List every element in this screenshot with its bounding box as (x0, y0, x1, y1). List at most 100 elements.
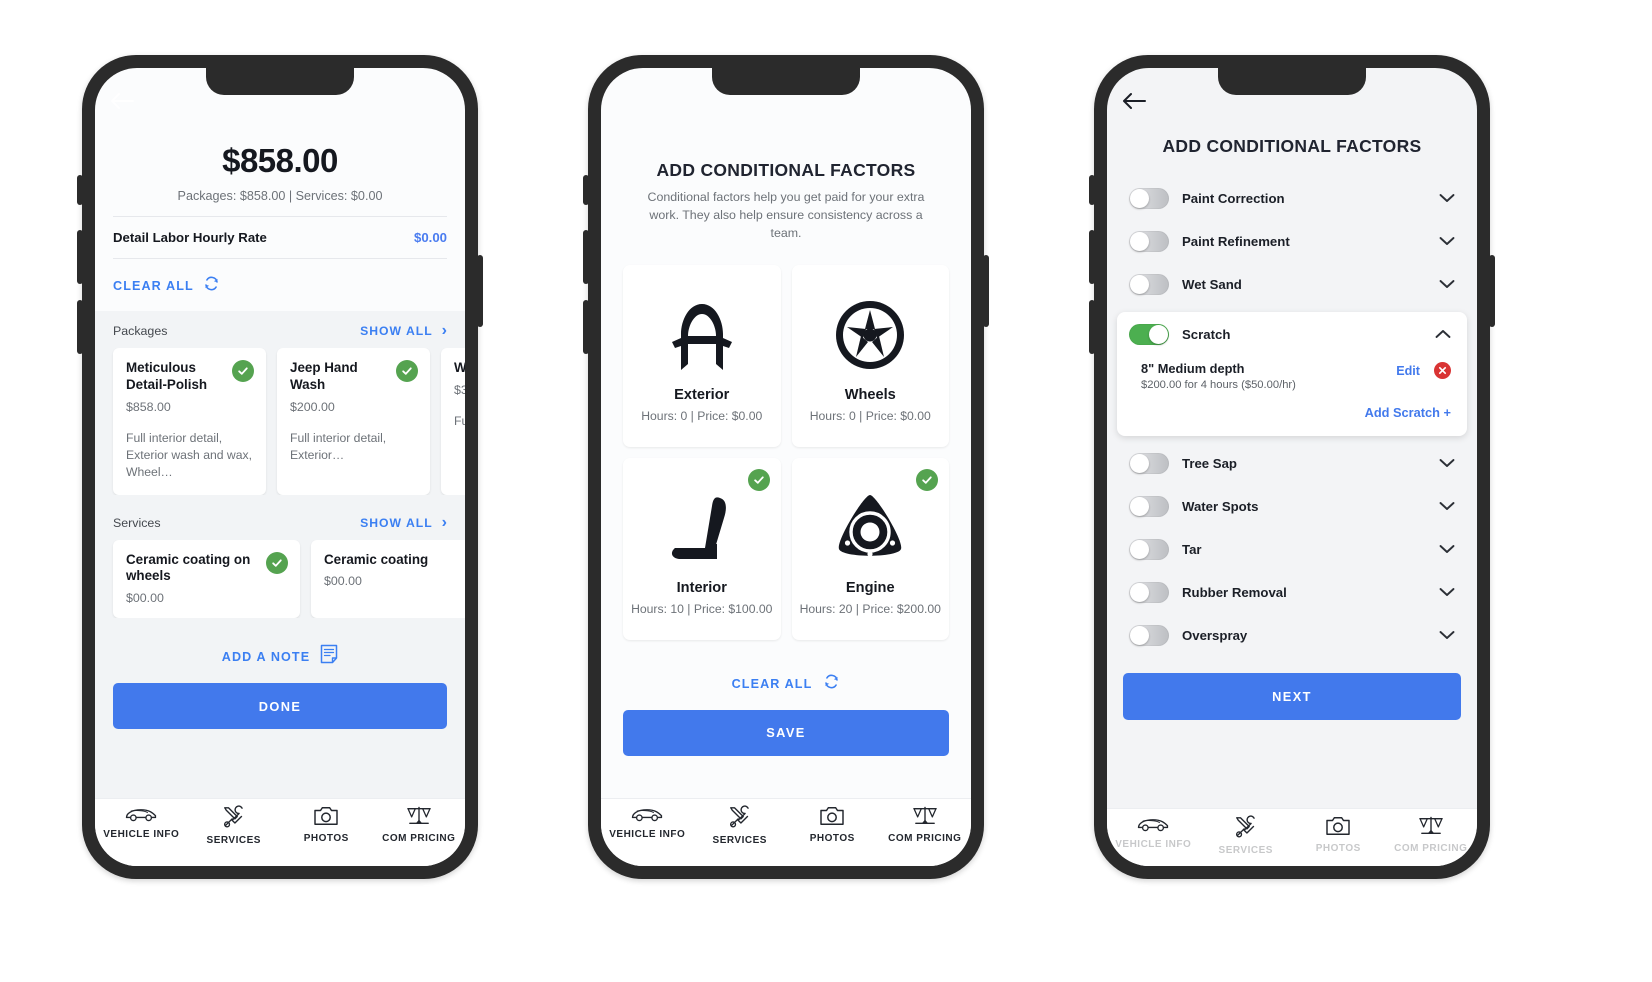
phone1-volume-down-button[interactable] (77, 300, 83, 354)
toggle-switch[interactable] (1129, 453, 1169, 474)
back-button[interactable] (1121, 90, 1149, 118)
factor-tile-name: Engine (845, 579, 895, 596)
phone2-mute-button[interactable] (583, 175, 589, 205)
toggle-switch[interactable] (1129, 188, 1169, 209)
toggle-switch[interactable] (1129, 582, 1169, 603)
factor-row-paint-correction[interactable]: Paint Correction (1107, 177, 1477, 220)
factor-tile-engine[interactable]: Engine Hours: 20 | Price: $200.00 (791, 457, 949, 640)
package-card[interactable]: Meticulous Detail-Polish $858.00 Full in… (113, 348, 266, 495)
clear-all-button[interactable]: CLEAR ALL (113, 259, 447, 311)
services-show-all-button[interactable]: SHOW ALL › (360, 514, 447, 531)
phone3-volume-down-button[interactable] (1089, 300, 1095, 354)
tab-label: COM PRICING (382, 833, 456, 844)
back-button[interactable] (109, 90, 137, 118)
factor-label: Tar (1182, 542, 1202, 557)
tab-com-pricing[interactable]: COM PRICING (373, 805, 466, 866)
factor-tile-exterior[interactable]: Exterior Hours: 0 | Price: $0.00 (623, 264, 781, 447)
factor-row-tar[interactable]: Tar (1107, 528, 1477, 571)
close-circle-icon[interactable] (1434, 362, 1451, 379)
toggle-switch[interactable] (1129, 625, 1169, 646)
toggle-switch[interactable] (1129, 539, 1169, 560)
tab-vehicle-info[interactable]: VEHICLE INFO (95, 805, 188, 866)
service-card[interactable]: Ceramic coating $00.00 (311, 539, 465, 619)
factor-row-wet-sand[interactable]: Wet Sand (1107, 263, 1477, 306)
selected-check-icon (232, 360, 254, 382)
save-button[interactable]: SAVE (623, 709, 949, 756)
factor-label: Paint Refinement (1182, 234, 1290, 249)
phone2-power-button[interactable] (983, 255, 989, 327)
service-card[interactable]: Ceramic coating on wheels $00.00 (113, 539, 300, 619)
chevron-down-icon[interactable] (1439, 500, 1455, 513)
phone3-power-button[interactable] (1489, 255, 1495, 327)
phone3-mute-button[interactable] (1089, 175, 1095, 205)
tab-label: SERVICES (1218, 845, 1273, 856)
packages-section-header: Packages SHOW ALL › (95, 323, 465, 339)
services-card-row[interactable]: Ceramic coating on wheels $00.00 Ceramic… (95, 539, 465, 619)
package-card[interactable]: Wash Hand $350.00 Full inte Exterior wax… (441, 348, 465, 495)
factor-label: Paint Correction (1182, 191, 1285, 206)
service-name: Ceramic coating (324, 551, 429, 567)
tab-com-pricing[interactable]: COM PRICING (879, 805, 972, 866)
factor-row-tree-sap[interactable]: Tree Sap (1107, 442, 1477, 485)
bottom-tabbar: VEHICLE INFO SERVICES PHOTOS COM PRICING (601, 798, 971, 866)
chevron-down-icon[interactable] (1439, 235, 1455, 248)
edit-button[interactable]: Edit (1396, 364, 1420, 378)
package-card[interactable]: Jeep Hand Wash $200.00 Full interior det… (277, 348, 430, 495)
phone2-volume-up-button[interactable] (583, 230, 589, 284)
factor-row-overspray[interactable]: Overspray (1107, 614, 1477, 657)
chevron-down-icon[interactable] (1439, 192, 1455, 205)
tab-photos[interactable]: PHOTOS (280, 805, 373, 866)
toggle-switch[interactable] (1129, 324, 1169, 345)
tab-label: PHOTOS (809, 833, 855, 844)
selected-check-icon (266, 551, 288, 574)
add-scratch-button[interactable]: Add Scratch + (1129, 405, 1451, 420)
chevron-up-icon[interactable] (1435, 328, 1451, 341)
camera-icon (1325, 815, 1351, 837)
tab-label: PHOTOS (303, 833, 349, 844)
packages-show-all-button[interactable]: SHOW ALL › (360, 323, 447, 339)
tab-vehicle-info[interactable]: VEHICLE INFO (601, 805, 694, 866)
chevron-down-icon[interactable] (1439, 586, 1455, 599)
phone1-power-button[interactable] (477, 255, 483, 327)
phone-mockup-1: $858.00 Packages: $858.00 | Services: $0… (77, 55, 483, 879)
note-icon (320, 644, 338, 669)
chevron-down-icon[interactable] (1439, 543, 1455, 556)
toggle-switch[interactable] (1129, 274, 1169, 295)
tab-services[interactable]: SERVICES (1200, 815, 1293, 866)
tab-photos[interactable]: PHOTOS (786, 805, 879, 866)
toggle-knob (1130, 232, 1149, 251)
phone1-mute-button[interactable] (77, 175, 83, 205)
detail-labor-rate-row[interactable]: Detail Labor Hourly Rate $0.00 (113, 217, 447, 259)
chevron-down-icon[interactable] (1439, 457, 1455, 470)
selected-check-icon (916, 468, 938, 491)
factor-tile-meta: Hours: 0 | Price: $0.00 (641, 408, 763, 423)
next-button[interactable]: NEXT (1123, 673, 1461, 720)
phone2-volume-down-button[interactable] (583, 300, 589, 354)
tab-services[interactable]: SERVICES (188, 805, 281, 866)
tab-photos[interactable]: PHOTOS (1292, 815, 1385, 866)
done-button[interactable]: DONE (113, 683, 447, 730)
toggle-knob (1130, 454, 1149, 473)
factor-row-water-spots[interactable]: Water Spots (1107, 485, 1477, 528)
phone-mockup-3: ADD CONDITIONAL FACTORS Paint Correction… (1089, 55, 1495, 879)
selected-check-icon (747, 468, 770, 491)
factor-tile-wheels[interactable]: Wheels Hours: 0 | Price: $0.00 (791, 264, 949, 447)
factor-row-paint-refinement[interactable]: Paint Refinement (1107, 220, 1477, 263)
chevron-down-icon[interactable] (1439, 278, 1455, 291)
tab-com-pricing[interactable]: COM PRICING (1385, 815, 1478, 866)
clear-all-label: CLEAR ALL (731, 676, 813, 691)
phone1-volume-up-button[interactable] (77, 230, 83, 284)
add-a-note-button[interactable]: ADD A NOTE (95, 644, 465, 669)
toggle-switch[interactable] (1129, 496, 1169, 517)
chevron-down-icon[interactable] (1439, 629, 1455, 642)
phone3-volume-up-button[interactable] (1089, 230, 1095, 284)
toggle-switch[interactable] (1129, 231, 1169, 252)
scratch-header[interactable]: Scratch (1129, 324, 1451, 345)
factor-row-rubber-removal[interactable]: Rubber Removal (1107, 571, 1477, 614)
packages-card-row[interactable]: Meticulous Detail-Polish $858.00 Full in… (95, 348, 465, 495)
factor-tile-interior[interactable]: Interior Hours: 10 | Price: $100.00 (623, 457, 781, 640)
tab-vehicle-info[interactable]: VEHICLE INFO (1107, 815, 1200, 866)
tab-services[interactable]: SERVICES (694, 805, 787, 866)
phone2-screen: ADD CONDITIONAL FACTORS Conditional fact… (601, 68, 971, 866)
clear-all-button[interactable]: CLEAR ALL (623, 673, 949, 695)
